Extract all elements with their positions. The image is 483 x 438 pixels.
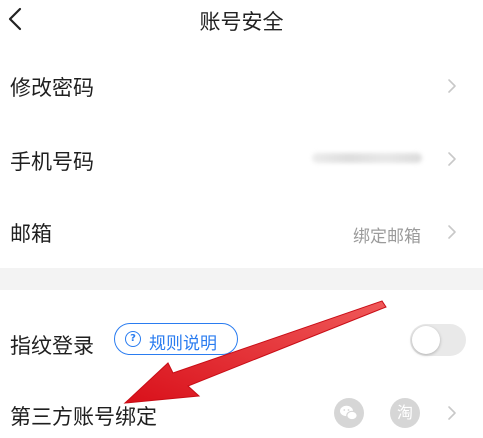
- nav-bar: 账号安全: [0, 0, 483, 40]
- wechat-icon: [334, 398, 364, 428]
- page-title: 账号安全: [199, 10, 284, 34]
- row-phone-number[interactable]: 手机号码: [0, 124, 483, 196]
- rule-explanation-label: 规则说明: [149, 334, 217, 354]
- rule-explanation-button[interactable]: ? 规则说明: [114, 323, 238, 355]
- row-email[interactable]: 邮箱 绑定邮箱: [0, 196, 483, 268]
- phone-number-masked: [312, 153, 422, 163]
- fingerprint-toggle[interactable]: [410, 324, 466, 356]
- chevron-right-icon: [448, 225, 456, 239]
- row-change-password[interactable]: 修改密码: [0, 48, 483, 124]
- chevron-right-icon: [448, 152, 456, 166]
- question-icon: ?: [125, 331, 141, 347]
- row-label: 修改密码: [10, 76, 94, 100]
- chevron-right-icon: [448, 79, 456, 93]
- row-label: 第三方账号绑定: [10, 405, 157, 429]
- row-label: 邮箱: [10, 222, 52, 246]
- toggle-knob: [412, 326, 440, 354]
- chevron-right-icon: [448, 406, 456, 420]
- email-bind-value: 绑定邮箱: [353, 227, 421, 247]
- section-separator: [0, 268, 483, 290]
- row-label: 指纹登录: [10, 334, 94, 358]
- row-label: 手机号码: [10, 150, 94, 174]
- taobao-icon: 淘: [390, 398, 420, 428]
